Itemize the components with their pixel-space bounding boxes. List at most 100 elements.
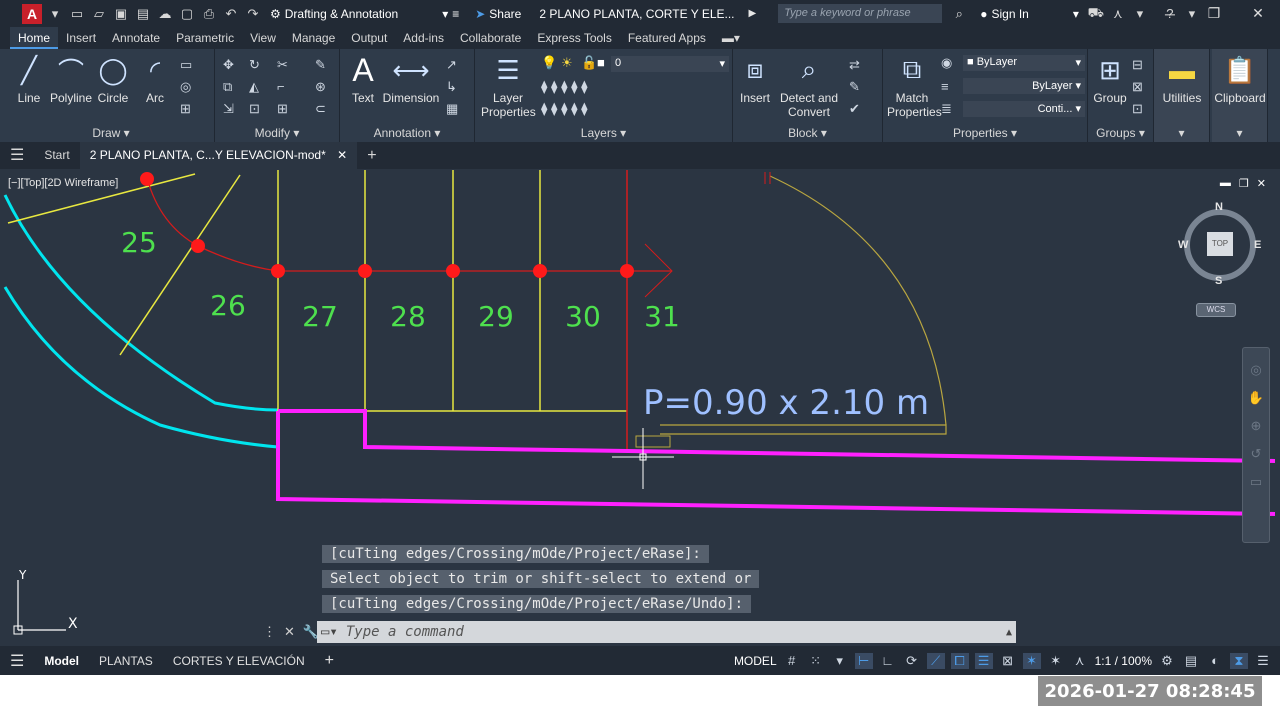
ungroup-icon[interactable]: ⊟ — [1132, 57, 1143, 73]
layout-tabs-menu-icon[interactable]: ☰ — [0, 651, 34, 671]
lineweight-icon[interactable]: ≡ — [941, 79, 949, 94]
lineweight-display-icon[interactable]: ☰ — [974, 652, 993, 669]
ortho-icon[interactable]: ∟ — [879, 653, 897, 668]
close-viewport-icon[interactable]: ✕ — [1257, 177, 1266, 190]
isodraft-icon[interactable]: ⟋ — [926, 652, 945, 669]
undo-icon[interactable]: ↶ — [222, 5, 240, 23]
rectangle-icon[interactable]: ▭ — [180, 57, 192, 73]
recent-commands-icon[interactable]: ▭▾ — [321, 624, 338, 640]
dynamic-input-icon[interactable]: ⊢ — [854, 652, 873, 669]
snap-icon[interactable]: ⁙ — [807, 653, 825, 669]
insert-block-tool[interactable]: ⧈ Insert — [735, 53, 775, 105]
redo-icon[interactable]: ↷ — [244, 5, 262, 23]
command-grip-icon[interactable]: ⋮ — [263, 624, 276, 640]
annotation-panel-title[interactable]: Annotation ▾ — [340, 126, 474, 140]
cart-icon[interactable]: ⛟ — [1087, 5, 1105, 23]
tab-insert[interactable]: Insert — [58, 27, 104, 49]
grip-point[interactable] — [533, 264, 547, 278]
properties-panel-title[interactable]: Properties ▾ — [883, 126, 1087, 140]
arc-tool[interactable]: ◜ Arc — [138, 53, 172, 106]
tab-parametric[interactable]: Parametric — [168, 27, 242, 49]
search-input[interactable]: Type a keyword or phrase — [778, 4, 943, 23]
scale-icon[interactable]: ⊡ — [249, 101, 260, 117]
unlock-icon[interactable]: 🔓 — [581, 55, 597, 71]
grip-point[interactable] — [446, 264, 460, 278]
copy-icon[interactable]: ⧉ — [223, 79, 232, 95]
color-dropdown[interactable]: ■ ByLayer ▾ — [963, 55, 1085, 71]
open-folder-icon[interactable]: ▱ — [90, 5, 108, 23]
fillet-icon[interactable]: ⌐ — [277, 79, 285, 94]
pan-hand-icon[interactable]: ✋ — [1248, 390, 1264, 406]
tab-collaborate[interactable]: Collaborate — [452, 27, 529, 49]
new-tab-icon[interactable]: + — [357, 142, 386, 169]
grip-point[interactable] — [620, 264, 634, 278]
layer-tool-icon[interactable]: ⧫ ⧫ ⧫ ⧫ ⧫ — [541, 101, 588, 117]
utilities-panel[interactable]: ▬ Utilities ▾ — [1154, 49, 1210, 142]
linetype-icon[interactable]: ≣ — [941, 101, 952, 117]
grip-point[interactable] — [358, 264, 372, 278]
chevron-down-icon[interactable]: ▾ — [1212, 126, 1267, 140]
close-icon[interactable]: ✕ — [1236, 0, 1280, 27]
stretch-icon[interactable]: ⇲ — [223, 101, 234, 117]
block-panel-title[interactable]: Block ▾ — [733, 126, 882, 140]
lightbulb-icon[interactable]: 💡 — [541, 55, 557, 71]
tab-manage[interactable]: Manage — [284, 27, 343, 49]
quick-properties-icon[interactable]: ▤ — [1182, 653, 1200, 669]
wcs-menu[interactable]: WCS — [1196, 303, 1236, 317]
utilities-tool[interactable]: ▬ Utilities — [1154, 53, 1210, 106]
restore-viewport-icon[interactable]: ❐ — [1239, 177, 1249, 190]
array-icon[interactable]: ⊞ — [277, 101, 288, 117]
polyline-tool[interactable]: ⌒ Polyline — [46, 53, 96, 106]
annotation-scale-icon[interactable]: ⋏ — [1071, 653, 1089, 669]
groups-panel-title[interactable]: Groups ▾ — [1088, 126, 1153, 140]
mirror-icon[interactable]: ◭ — [249, 79, 259, 95]
close-command-icon[interactable]: ✕ — [284, 624, 295, 640]
print-icon[interactable]: ⎙ — [200, 5, 218, 23]
tab-annotate[interactable]: Annotate — [104, 27, 168, 49]
tab-featured-apps[interactable]: Featured Apps — [620, 27, 714, 49]
circle-tool[interactable]: ◯ Circle — [96, 53, 130, 106]
color-wheel-icon[interactable]: ◉ — [941, 55, 952, 71]
selection-cycling-icon[interactable]: ⊠ — [999, 653, 1017, 669]
linetype-dropdown[interactable]: Conti... ▾ — [963, 101, 1085, 117]
save-icon[interactable]: ▣ — [112, 5, 130, 23]
orbit-icon[interactable]: ↺ — [1251, 446, 1262, 462]
model-space-toggle[interactable]: MODEL — [734, 654, 777, 668]
isolate-objects-icon[interactable]: ⧗ — [1230, 652, 1248, 669]
auto-scale-icon[interactable]: ✶ — [1047, 653, 1065, 669]
customization-menu-icon[interactable]: ☰ — [1254, 653, 1272, 669]
restore-icon[interactable]: ❐ — [1192, 0, 1236, 27]
sign-in-button[interactable]: ● Sign In ▾ — [980, 7, 1079, 21]
attribute-icon[interactable]: ✔ — [849, 101, 860, 117]
viewcube[interactable]: TOP N S W E WCS — [1178, 201, 1261, 317]
match-properties-tool[interactable]: ⧉ Match Properties — [887, 53, 942, 119]
draw-panel-title[interactable]: Draw ▾ — [8, 126, 214, 140]
explode-icon[interactable]: ⊛ — [315, 79, 326, 95]
minimize-icon[interactable]: ─ — [1148, 0, 1192, 27]
group-tool[interactable]: ⊞ Group — [1090, 53, 1130, 106]
app-menu-chevron-icon[interactable]: ▾ — [46, 5, 64, 23]
layout-tab-cortes[interactable]: CORTES Y ELEVACIÓN — [163, 654, 315, 668]
annotation-scale-value[interactable]: 1:1 / 100% — [1095, 654, 1152, 668]
zoom-icon[interactable]: ⊕ — [1251, 418, 1262, 434]
showmotion-icon[interactable]: ▭ — [1250, 474, 1262, 490]
grip-point[interactable] — [271, 264, 285, 278]
table-grid-icon[interactable]: ⊞ — [180, 101, 191, 117]
mleader-icon[interactable]: ↳ — [446, 79, 457, 95]
command-history-toggle-icon[interactable]: ▲ — [1006, 627, 1012, 638]
chevron-down-icon[interactable]: ▾ — [831, 653, 849, 669]
group-select-icon[interactable]: ⊡ — [1132, 101, 1143, 117]
layer-color-swatch[interactable]: ■ — [597, 55, 605, 70]
grip-point[interactable] — [191, 239, 205, 253]
tab-home[interactable]: Home — [10, 27, 59, 49]
chevron-down-icon[interactable]: ▾ — [1154, 126, 1209, 140]
move-icon[interactable]: ✥ — [223, 57, 234, 73]
layer-tool-icon[interactable]: ⧫ ⧫ ⧫ ⧫ ⧫ — [541, 79, 588, 95]
offset-icon[interactable]: ⊂ — [315, 101, 326, 117]
grip-point[interactable] — [140, 172, 154, 186]
object-snap-tracking-icon[interactable]: ⧠ — [950, 652, 969, 669]
autodesk-icon[interactable]: ⋏ — [1109, 5, 1127, 23]
tab-express-tools[interactable]: Express Tools — [529, 27, 619, 49]
compass-south[interactable]: S — [1215, 275, 1222, 287]
rotate-icon[interactable]: ↻ — [249, 57, 260, 73]
